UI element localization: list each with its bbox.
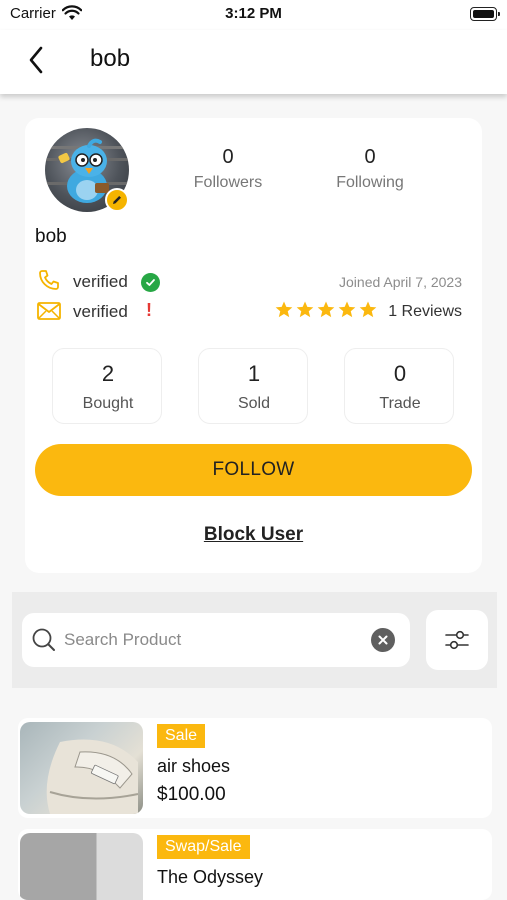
product-card[interactable]: Swap/Sale The Odyssey (18, 829, 492, 900)
back-button[interactable] (22, 44, 50, 76)
star-icon (359, 301, 377, 318)
search-icon (32, 628, 55, 651)
sold-count-box[interactable]: 1 Sold (198, 348, 308, 424)
bought-label: Bought (82, 395, 134, 412)
page-title: bob (90, 45, 131, 72)
profile-card: 0 Followers 0 Following bob verified Joi… (25, 118, 482, 573)
pencil-icon (113, 196, 121, 204)
product-card[interactable]: Sale air shoes $100.00 (18, 718, 492, 818)
clock: 3:12 PM (225, 5, 282, 22)
sold-label: Sold (237, 395, 271, 412)
trade-label: Trade (379, 395, 421, 412)
trade-count-box[interactable]: 0 Trade (344, 348, 454, 424)
phone-verified-label: verified (73, 272, 128, 291)
phone-icon (39, 270, 59, 290)
follow-button[interactable]: FOLLOW (35, 444, 472, 496)
joined-date: Joined April 7, 2023 (339, 274, 462, 290)
email-icon (37, 302, 61, 320)
product-name: The Odyssey (157, 867, 264, 887)
nav-header: bob (0, 30, 507, 94)
battery-icon (470, 7, 500, 21)
sold-count: 1 (247, 361, 261, 386)
edit-avatar-button[interactable] (105, 188, 129, 212)
search-bar[interactable] (22, 613, 410, 667)
warning-exclamation-icon: ! (146, 300, 152, 320)
verified-check-icon (141, 273, 160, 292)
bought-count-box[interactable]: 2 Bought (52, 348, 162, 424)
filter-sliders-icon (445, 630, 469, 650)
bought-count: 2 (101, 361, 115, 386)
search-input[interactable] (64, 625, 364, 655)
status-bar: Carrier 3:12 PM (0, 0, 507, 30)
rating-stars (275, 301, 377, 318)
profile-username: bob (35, 226, 67, 247)
trade-count: 0 (393, 361, 407, 386)
product-name: air shoes (157, 756, 231, 776)
following-label[interactable]: Following (310, 174, 430, 192)
star-icon (296, 301, 314, 318)
product-tag: Sale (157, 724, 206, 748)
star-icon (275, 301, 293, 318)
reviews-link[interactable]: 1 Reviews (388, 303, 462, 321)
close-icon (378, 635, 388, 645)
star-icon (317, 301, 335, 318)
filter-button[interactable] (426, 610, 488, 670)
product-image (20, 833, 143, 900)
clear-search-button[interactable] (371, 628, 395, 652)
followers-count[interactable]: 0 (168, 146, 288, 169)
chevron-left-icon (29, 46, 43, 74)
product-price: $100.00 (157, 784, 226, 805)
following-count[interactable]: 0 (310, 146, 430, 169)
product-tag: Swap/Sale (157, 835, 250, 859)
product-image (20, 722, 143, 814)
block-user-link[interactable]: Block User (25, 524, 482, 546)
followers-label[interactable]: Followers (168, 174, 288, 192)
email-verified-label: verified (73, 302, 128, 321)
star-icon (338, 301, 356, 318)
